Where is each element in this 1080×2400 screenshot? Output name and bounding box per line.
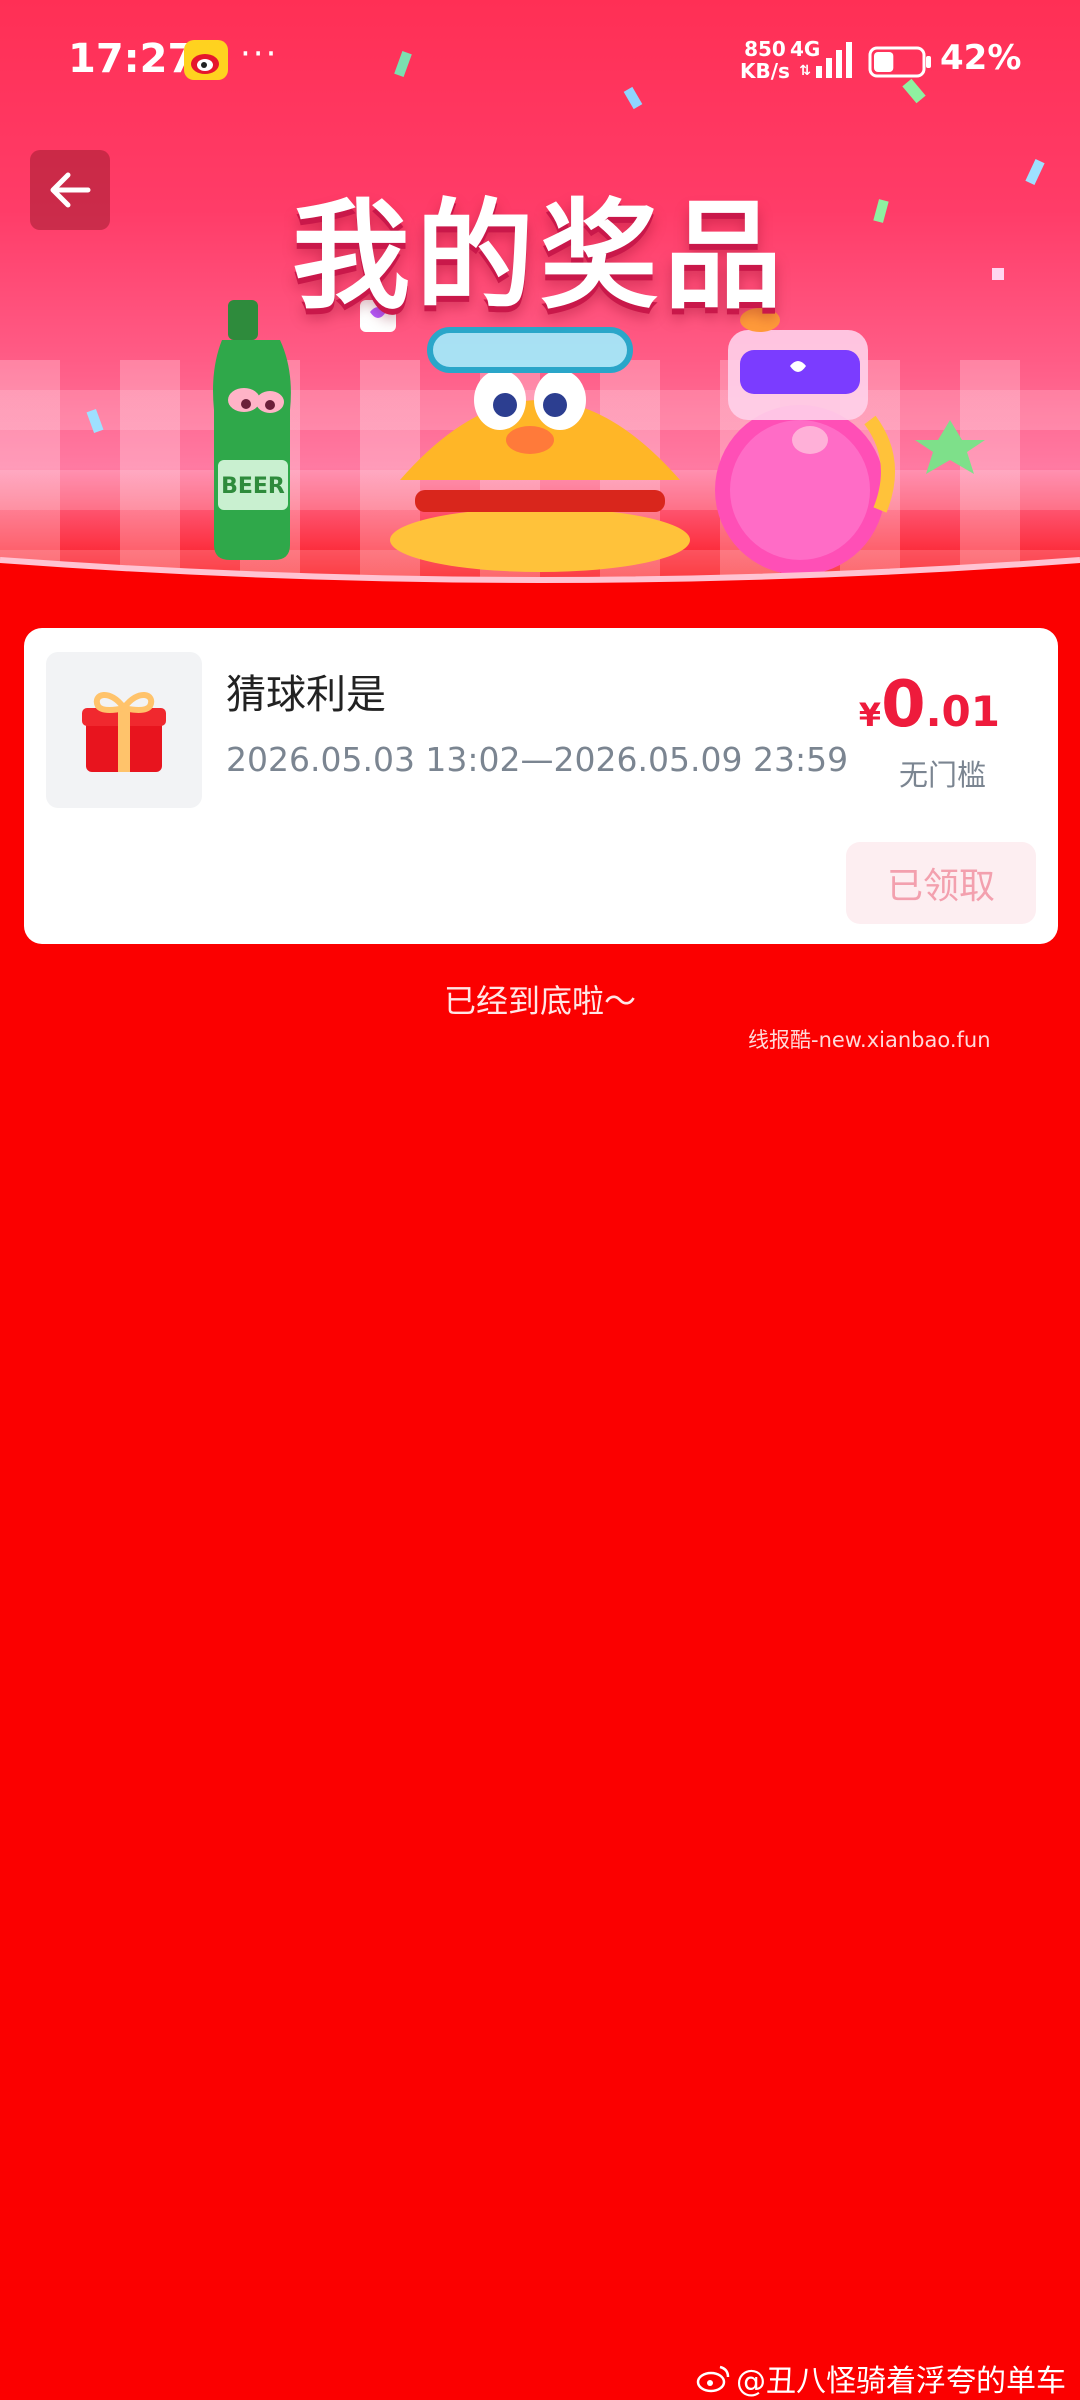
status-time: 17:27 xyxy=(68,36,196,82)
more-notifications-icon: ··· xyxy=(240,34,279,74)
author-credit: @丑八怪骑着浮夸的单车 xyxy=(696,2356,1066,2400)
claimed-button[interactable]: 已领取 xyxy=(846,842,1036,924)
prize-thumbnail xyxy=(46,652,202,808)
weibo-logo-icon xyxy=(696,2365,730,2393)
prize-name: 猜球利是 xyxy=(226,672,386,718)
prize-amount-int: 0 xyxy=(881,668,926,742)
svg-text:BEER: BEER xyxy=(221,474,285,499)
author-credit-text: @丑八怪骑着浮夸的单车 xyxy=(736,2364,1066,2399)
weibo-icon xyxy=(184,40,228,80)
battery-icon xyxy=(868,46,931,78)
prize-threshold: 无门槛 xyxy=(898,758,986,792)
prize-validity: 2026.05.03 13:02—2026.05.09 23:59 xyxy=(226,740,849,779)
net-speed: 850 KB/s xyxy=(740,38,790,82)
net-speed-unit: KB/s xyxy=(740,59,790,83)
prize-card[interactable]: 猜球利是 2026.05.03 13:02—2026.05.09 23:59 ¥… xyxy=(24,628,1058,944)
prize-currency: ¥ xyxy=(858,696,882,734)
watermark-text: 线报酷-new.xianbao.fun xyxy=(748,1028,991,1052)
page-title: 我的奖品 xyxy=(291,187,788,325)
prize-amount-dec: .01 xyxy=(925,687,1000,736)
hero-bottom-curve xyxy=(0,557,1080,600)
list-end-text: 已经到底啦～ xyxy=(443,982,636,1020)
hero-banner: BEER 17:27 ··· 850 KB/s 4G ⇅ 42% 我的奖品 xyxy=(0,0,1080,600)
battery-percent: 42% xyxy=(940,38,1022,78)
signal-icon xyxy=(816,42,852,78)
gift-box-icon xyxy=(82,692,166,772)
prize-amount: ¥0.01 xyxy=(859,668,1000,742)
net-speed-value: 850 xyxy=(744,37,786,61)
status-bar: 17:27 ··· 850 KB/s 4G ⇅ 42% xyxy=(0,0,1080,120)
